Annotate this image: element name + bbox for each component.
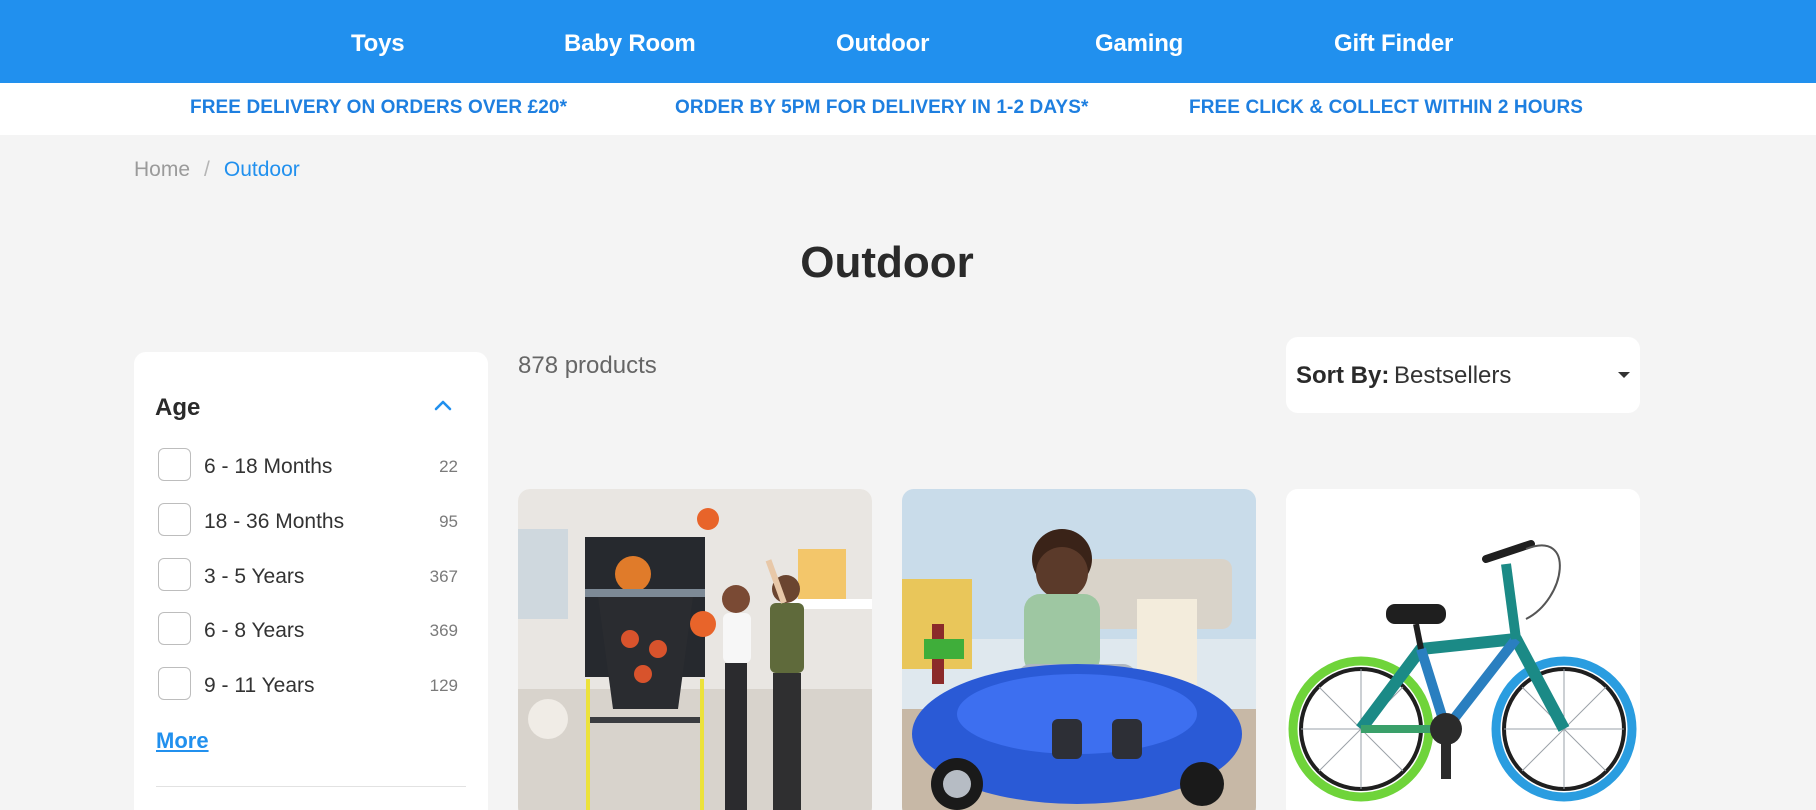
breadcrumb: Home / Outdoor xyxy=(134,158,300,182)
sort-label: Sort By: xyxy=(1296,362,1390,389)
sort-value: Bestsellers xyxy=(1394,362,1512,389)
more-filters-link[interactable]: More xyxy=(156,728,209,754)
filter-option-count: 129 xyxy=(429,676,458,695)
filter-option-count: 367 xyxy=(429,567,458,586)
filter-option-9-11-years[interactable]: 9 - 11 Years 129 xyxy=(158,667,458,701)
checkbox[interactable] xyxy=(158,558,191,591)
filter-option-18-36-months[interactable]: 18 - 36 Months 95 xyxy=(158,503,458,537)
promo-free-delivery: FREE DELIVERY ON ORDERS OVER £20* xyxy=(190,97,568,118)
divider xyxy=(156,786,466,787)
checkbox[interactable] xyxy=(158,667,191,700)
chevron-up-icon[interactable] xyxy=(430,394,456,416)
breadcrumb-home-link[interactable]: Home xyxy=(134,158,190,181)
filter-option-label: 18 - 36 Months xyxy=(204,510,345,533)
product-count: 878 products xyxy=(518,352,657,379)
product-card-basketball-arcade[interactable] xyxy=(518,489,872,810)
nav-item-toys[interactable]: Toys xyxy=(351,30,405,58)
filter-option-6-8-years[interactable]: 6 - 8 Years 369 xyxy=(158,612,458,646)
sort-dropdown[interactable]: Sort By: Bestsellers xyxy=(1286,337,1640,413)
age-filter-panel: Age 6 - 18 Months 22 18 - 36 Months 95 3… xyxy=(134,352,488,810)
filter-option-label: 3 - 5 Years xyxy=(204,565,305,588)
caret-down-icon xyxy=(1618,372,1630,378)
promo-order-by-5pm: ORDER BY 5PM FOR DELIVERY IN 1-2 DAYS* xyxy=(675,97,1089,118)
top-navigation: Toys Baby Room Outdoor Gaming Gift Finde… xyxy=(0,0,1816,83)
filter-option-label: 6 - 18 Months xyxy=(204,455,333,478)
filter-option-label: 6 - 8 Years xyxy=(204,619,305,642)
checkbox[interactable] xyxy=(158,503,191,536)
product-card-bumper-car[interactable] xyxy=(902,489,1256,810)
filter-option-label: 9 - 11 Years xyxy=(204,674,315,697)
product-image[interactable] xyxy=(518,489,872,810)
filter-option-count: 95 xyxy=(439,512,458,531)
product-image[interactable] xyxy=(902,489,1256,810)
filter-option-count: 22 xyxy=(439,457,458,476)
promo-click-collect: FREE CLICK & COLLECT WITHIN 2 HOURS xyxy=(1189,97,1584,118)
promo-bar: FREE DELIVERY ON ORDERS OVER £20* ORDER … xyxy=(0,83,1816,135)
filter-option-6-18-months[interactable]: 6 - 18 Months 22 xyxy=(158,448,458,482)
product-card-bike[interactable] xyxy=(1286,489,1640,810)
filter-option-count: 369 xyxy=(429,621,458,640)
breadcrumb-current: Outdoor xyxy=(223,158,300,181)
product-image[interactable] xyxy=(1286,489,1640,810)
breadcrumb-separator: / xyxy=(204,158,210,181)
checkbox[interactable] xyxy=(158,612,191,645)
nav-item-baby-room[interactable]: Baby Room xyxy=(564,30,696,58)
nav-item-gaming[interactable]: Gaming xyxy=(1095,30,1183,58)
nav-item-gift-finder[interactable]: Gift Finder xyxy=(1334,30,1453,58)
nav-item-outdoor[interactable]: Outdoor xyxy=(836,30,929,58)
filter-title-age[interactable]: Age xyxy=(155,394,200,422)
filter-option-3-5-years[interactable]: 3 - 5 Years 367 xyxy=(158,558,458,592)
checkbox[interactable] xyxy=(158,448,191,481)
page-title: Outdoor xyxy=(800,238,974,287)
